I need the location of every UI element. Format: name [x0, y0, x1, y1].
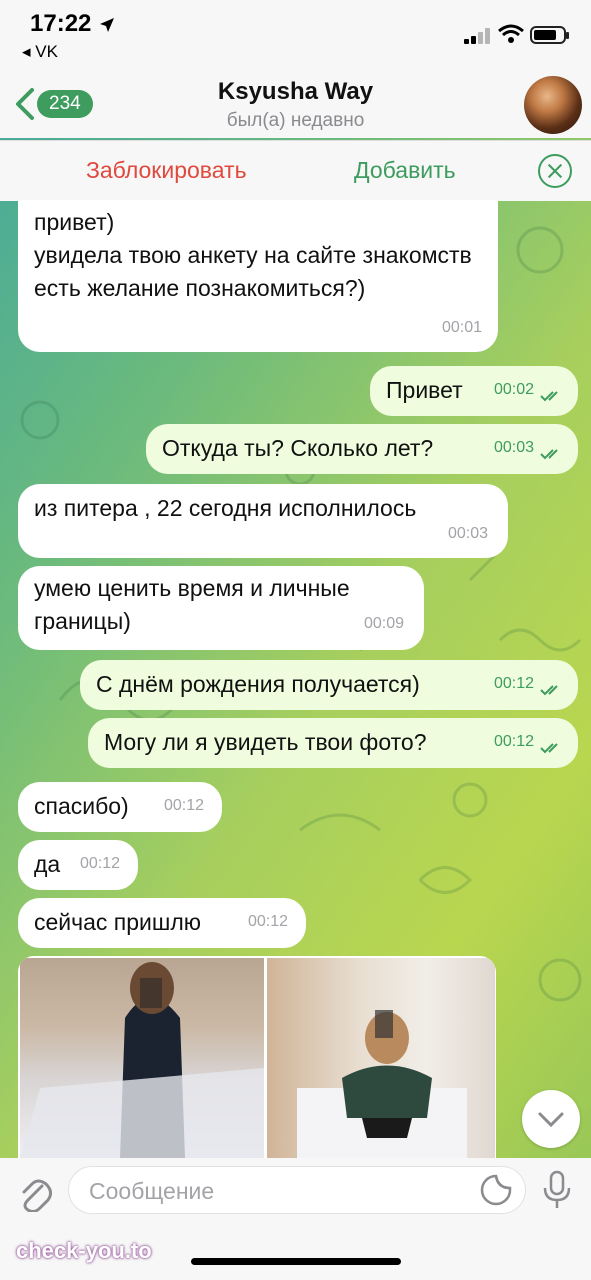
- message-text: Привет: [386, 377, 463, 403]
- sticker-icon[interactable]: [480, 1174, 512, 1206]
- message-input[interactable]: [87, 1177, 471, 1206]
- contact-name[interactable]: Ksyusha Way: [0, 78, 591, 106]
- avatar[interactable]: [524, 76, 582, 134]
- watermark-text: check-you.to: [16, 1238, 152, 1263]
- add-contact-button[interactable]: Добавить: [354, 157, 456, 184]
- message-time: 00:12: [79, 855, 120, 872]
- message-text: умею ценить время и личные границы): [34, 575, 350, 634]
- message-bubble[interactable]: спасибо) 00:12: [18, 782, 222, 832]
- photo-album-message[interactable]: [18, 956, 496, 1158]
- message-bubble[interactable]: да 00:12: [18, 840, 138, 890]
- message-bubble[interactable]: Привет 00:02: [370, 366, 578, 416]
- read-check-icon: [540, 743, 558, 754]
- message-bubble[interactable]: привет) увидела твою анкету на сайте зна…: [18, 200, 498, 352]
- message-time: 00:09: [363, 615, 404, 632]
- message-bubble[interactable]: Откуда ты? Сколько лет? 00:03: [146, 424, 578, 474]
- chevron-down-icon: [538, 1112, 564, 1128]
- status-time: 17:22: [30, 10, 92, 37]
- scroll-down-button[interactable]: [522, 1090, 580, 1148]
- message-bubble[interactable]: умею ценить время и личные границы) 00:0…: [18, 566, 424, 650]
- attachment-icon[interactable]: [16, 1172, 52, 1212]
- message-time: 00:12: [493, 675, 534, 692]
- photo-thumbnail[interactable]: [20, 958, 264, 1158]
- message-bubble[interactable]: Могу ли я увидеть твои фото? 00:12: [88, 718, 578, 768]
- photo-content-image: [297, 1010, 467, 1158]
- location-arrow-icon: [100, 18, 114, 32]
- back-to-app-link[interactable]: ◂ VK: [22, 42, 58, 62]
- photo-thumbnail[interactable]: [267, 958, 495, 1158]
- message-text: из питера , 22 сегодня исполнилось: [34, 495, 417, 521]
- photo-content-image: [20, 962, 264, 1158]
- read-check-icon: [540, 449, 558, 460]
- wifi-icon: [498, 24, 524, 43]
- cellular-signal-icon: [464, 28, 490, 44]
- status-bar: 17:22 ◂ VK: [0, 0, 591, 66]
- battery-icon: [530, 26, 569, 44]
- message-text: С днём рождения получается): [96, 671, 420, 697]
- message-time: 00:03: [447, 525, 488, 542]
- message-time: 00:03: [493, 439, 534, 456]
- read-check-icon: [540, 391, 558, 402]
- message-field: [68, 1166, 526, 1214]
- message-text: привет) увидела твою анкету на сайте зна…: [34, 209, 472, 301]
- message-time: 00:12: [493, 733, 534, 750]
- action-bar: Заблокировать Добавить: [0, 140, 591, 201]
- message-bubble[interactable]: сейчас пришлю 00:12: [18, 898, 306, 948]
- message-time: 00:01: [441, 319, 482, 336]
- message-bubble[interactable]: С днём рождения получается) 00:12: [80, 660, 578, 710]
- chat-header: 234 Ksyusha Way был(а) недавно: [0, 66, 591, 138]
- home-indicator: [191, 1258, 401, 1265]
- contact-status: был(а) недавно: [226, 110, 365, 131]
- message-time: 00:12: [247, 913, 288, 930]
- message-bubble[interactable]: из питера , 22 сегодня исполнилось 00:03: [18, 484, 508, 558]
- block-button[interactable]: Заблокировать: [86, 157, 247, 184]
- message-time: 00:02: [493, 381, 534, 398]
- read-check-icon: [540, 685, 558, 696]
- close-icon[interactable]: [538, 154, 572, 188]
- message-time: 00:12: [163, 797, 204, 814]
- microphone-icon[interactable]: [540, 1170, 574, 1210]
